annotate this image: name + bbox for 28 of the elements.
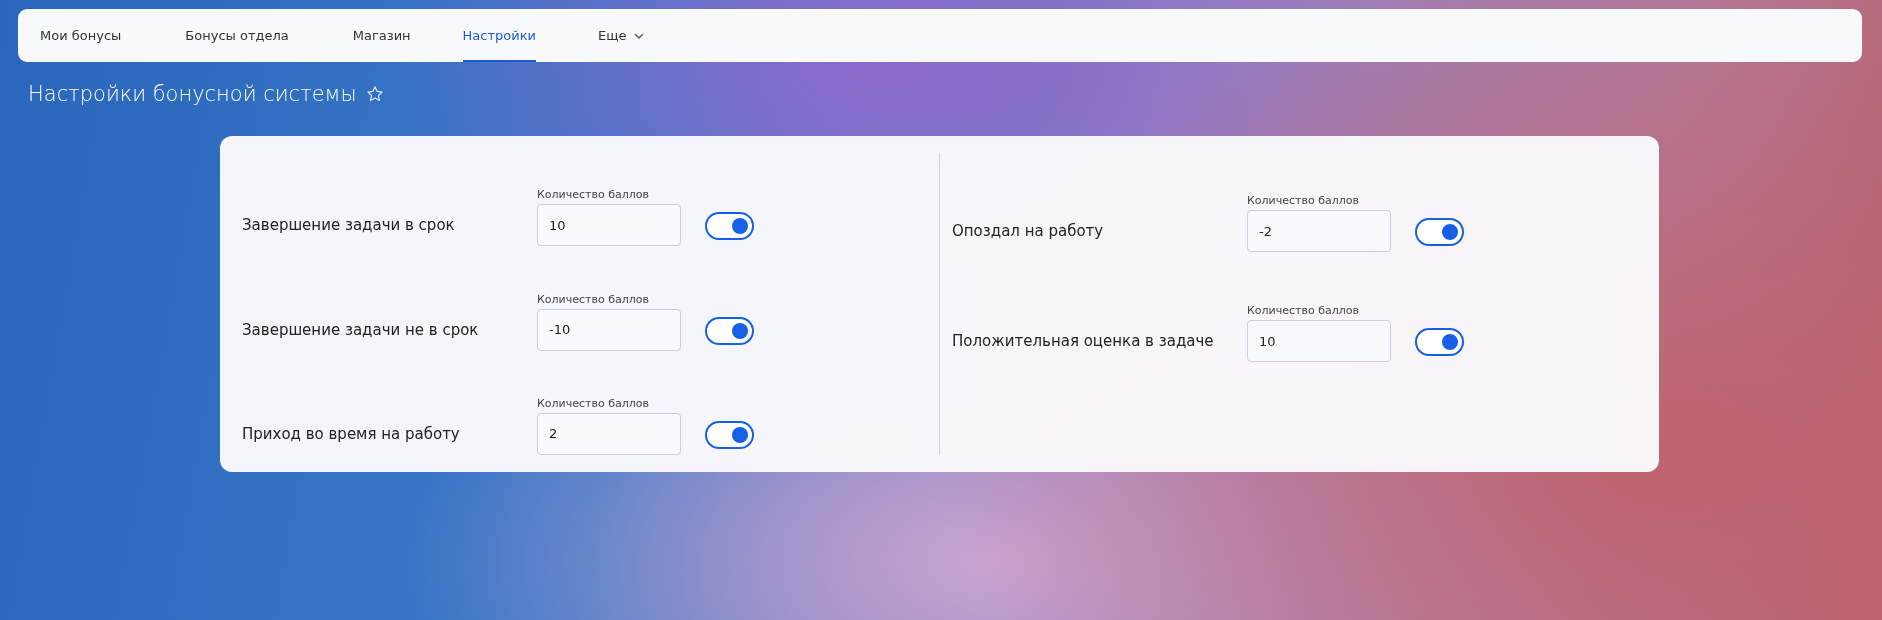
toggle-switch[interactable]: [1415, 218, 1464, 246]
nav-tab[interactable]: Настройки: [462, 9, 536, 62]
field-label: Количество баллов: [537, 397, 650, 410]
nav-tab[interactable]: Мои бонусы: [40, 9, 144, 62]
rule-name: Приход во время на работу: [242, 425, 461, 445]
rule-name: Завершение задачи в срок: [242, 216, 456, 237]
points-input-field[interactable]: -10: [537, 308, 681, 351]
toggle-switch[interactable]: [705, 316, 754, 345]
star-icon[interactable]: [366, 85, 385, 103]
points-input-field[interactable]: 10: [1247, 320, 1391, 362]
field-label: Количество баллов: [537, 188, 650, 202]
nav-tab[interactable]: Магазин: [334, 9, 433, 62]
rule-name: Опоздал на работу: [952, 222, 1105, 242]
nav-tab[interactable]: Еще: [580, 9, 667, 62]
points-input-field[interactable]: 10: [537, 204, 681, 247]
toggle-switch[interactable]: [705, 421, 754, 449]
toggle-switch[interactable]: [705, 212, 754, 241]
rule-name: Положительная оценка в задаче: [952, 332, 1215, 352]
field-label: Количество баллов: [1247, 194, 1360, 207]
toggle-switch[interactable]: [1415, 328, 1464, 356]
points-input-field[interactable]: -2: [1247, 210, 1391, 252]
chevron-down-icon: [634, 32, 645, 39]
points-input-field[interactable]: 2: [537, 413, 681, 455]
nav-tab[interactable]: Бонусы отдела: [167, 9, 311, 62]
page-title: Настройки бонусной системы: [28, 82, 357, 106]
rule-name: Завершение задачи не в срок: [242, 320, 480, 341]
field-label: Количество баллов: [537, 292, 650, 306]
field-label: Количество баллов: [1247, 304, 1360, 317]
